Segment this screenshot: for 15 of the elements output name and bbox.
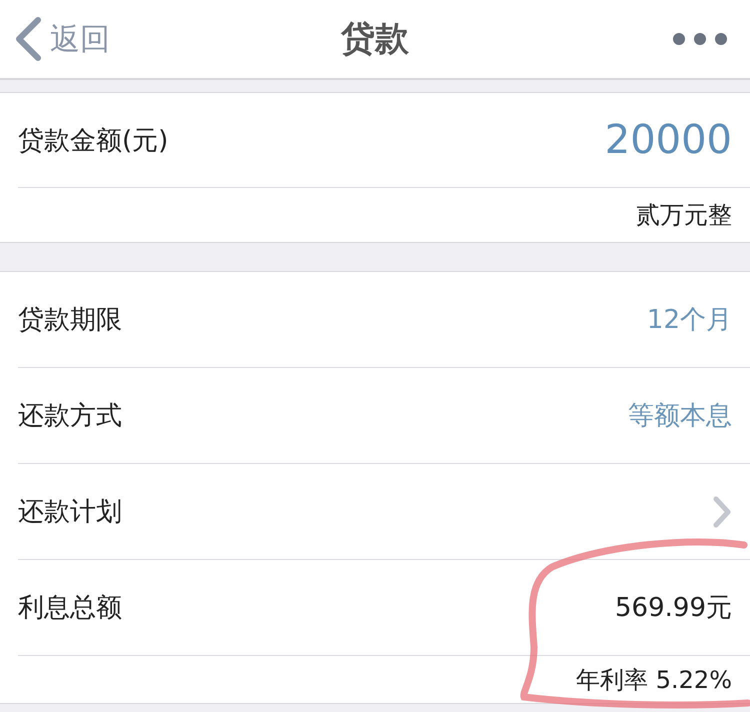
row-label: 贷款期限 xyxy=(18,304,122,337)
back-chevron-icon xyxy=(14,17,42,61)
value-selector[interactable]: 等额本息 xyxy=(628,398,732,433)
row-value: 贰万元整 xyxy=(636,200,732,231)
back-button[interactable]: 返回 xyxy=(14,17,110,61)
row-label: 贷款金额(元) xyxy=(18,124,168,158)
row-label: 还款方式 xyxy=(18,400,122,433)
more-icon[interactable] xyxy=(672,32,728,46)
amount-field[interactable]: 20000 xyxy=(604,117,732,163)
row-value: 569.99元 xyxy=(615,592,732,625)
row-label: 利息总额 xyxy=(18,592,122,625)
row-label: 还款计划 xyxy=(18,496,122,529)
value-selector[interactable]: 12个月 xyxy=(646,302,732,337)
row-value: 年利率 5.22% xyxy=(576,664,732,696)
page-title: 贷款 xyxy=(341,18,409,61)
